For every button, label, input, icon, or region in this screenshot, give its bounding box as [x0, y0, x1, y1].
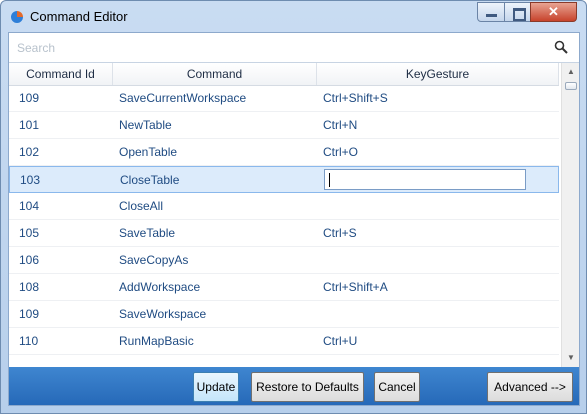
- command-cell: OpenTable: [119, 145, 178, 159]
- close-button[interactable]: ✕: [530, 2, 577, 22]
- command-id-cell: 109: [19, 307, 40, 321]
- window-title: Command Editor: [30, 9, 128, 24]
- command-cell: CloseAll: [119, 199, 164, 213]
- table-row-selected[interactable]: 103 CloseTable: [9, 166, 559, 193]
- scroll-down-arrow-icon[interactable]: ▼: [562, 349, 579, 367]
- keygesture-cell[interactable]: Ctrl+Shift+S: [323, 85, 388, 112]
- table-row[interactable]: 110 RunMapBasic Ctrl+U: [9, 328, 559, 355]
- maximize-icon: [513, 8, 526, 21]
- keygesture-cell[interactable]: Ctrl+Shift+A: [323, 274, 388, 301]
- keygesture-cell[interactable]: Ctrl+N: [323, 112, 357, 139]
- command-id-cell: 110: [19, 334, 39, 348]
- search-bar: [9, 33, 579, 63]
- scrollbar-thumb[interactable]: [565, 82, 577, 90]
- command-editor-window: Command Editor ✕ Command Id Command KeyG…: [0, 0, 587, 414]
- column-header-keygesture[interactable]: KeyGesture: [317, 63, 559, 85]
- scroll-up-arrow-icon[interactable]: ▲: [562, 63, 579, 81]
- table-row[interactable]: 109 SaveWorkspace: [9, 301, 559, 328]
- command-cell: AddWorkspace: [119, 280, 201, 294]
- table-row[interactable]: 102 OpenTable Ctrl+O: [9, 139, 559, 166]
- table-row[interactable]: 109 SaveCurrentWorkspace Ctrl+Shift+S: [9, 85, 559, 112]
- text-caret: [329, 173, 330, 187]
- keygesture-edit-field[interactable]: [324, 169, 526, 190]
- command-cell: NewTable: [119, 118, 172, 132]
- maximize-button[interactable]: [504, 2, 531, 22]
- column-header-command-id[interactable]: Command Id: [9, 63, 113, 85]
- client-area: Command Id Command KeyGesture 109 SaveCu…: [8, 32, 580, 406]
- cancel-button[interactable]: Cancel: [374, 372, 420, 402]
- command-cell: SaveWorkspace: [119, 307, 207, 321]
- command-cell: CloseTable: [120, 173, 180, 187]
- close-icon: ✕: [548, 4, 559, 19]
- minimize-button[interactable]: [477, 2, 505, 22]
- update-button[interactable]: Update: [193, 372, 239, 402]
- command-id-cell: 108: [19, 280, 40, 294]
- command-id-cell: 102: [19, 145, 40, 159]
- table-row[interactable]: 106 SaveCopyAs: [9, 247, 559, 274]
- command-id-cell: 106: [19, 253, 40, 267]
- command-cell: SaveCurrentWorkspace: [119, 91, 247, 105]
- table-row[interactable]: 101 NewTable Ctrl+N: [9, 112, 559, 139]
- command-id-cell: 105: [19, 226, 40, 240]
- vertical-scrollbar[interactable]: ▲ ▼: [561, 63, 579, 367]
- app-logo-icon: [11, 11, 23, 23]
- search-input[interactable]: [15, 38, 539, 58]
- minimize-icon: [486, 14, 497, 17]
- table-row[interactable]: 104 CloseAll: [9, 193, 559, 220]
- keygesture-cell[interactable]: Ctrl+O: [323, 139, 358, 166]
- command-id-cell: 101: [19, 118, 40, 132]
- command-id-cell: 104: [19, 199, 40, 213]
- command-id-cell: 103: [20, 173, 41, 187]
- grid-header: Command Id Command KeyGesture: [9, 63, 559, 86]
- button-bar: Update Restore to Defaults Cancel Advanc…: [9, 367, 579, 405]
- command-id-cell: 109: [19, 91, 40, 105]
- table-row[interactable]: 108 AddWorkspace Ctrl+Shift+A: [9, 274, 559, 301]
- restore-defaults-button[interactable]: Restore to Defaults: [251, 372, 364, 402]
- keygesture-cell[interactable]: Ctrl+U: [323, 328, 357, 355]
- advanced-button[interactable]: Advanced -->: [487, 372, 573, 402]
- search-icon[interactable]: [554, 40, 568, 54]
- column-header-command[interactable]: Command: [113, 63, 317, 85]
- table-row[interactable]: 105 SaveTable Ctrl+S: [9, 220, 559, 247]
- command-cell: SaveCopyAs: [119, 253, 189, 267]
- keygesture-cell[interactable]: Ctrl+S: [323, 220, 357, 247]
- command-grid: Command Id Command KeyGesture 109 SaveCu…: [9, 63, 579, 367]
- title-bar[interactable]: Command Editor ✕: [1, 1, 586, 31]
- command-cell: SaveTable: [119, 226, 176, 240]
- command-cell: RunMapBasic: [119, 334, 194, 348]
